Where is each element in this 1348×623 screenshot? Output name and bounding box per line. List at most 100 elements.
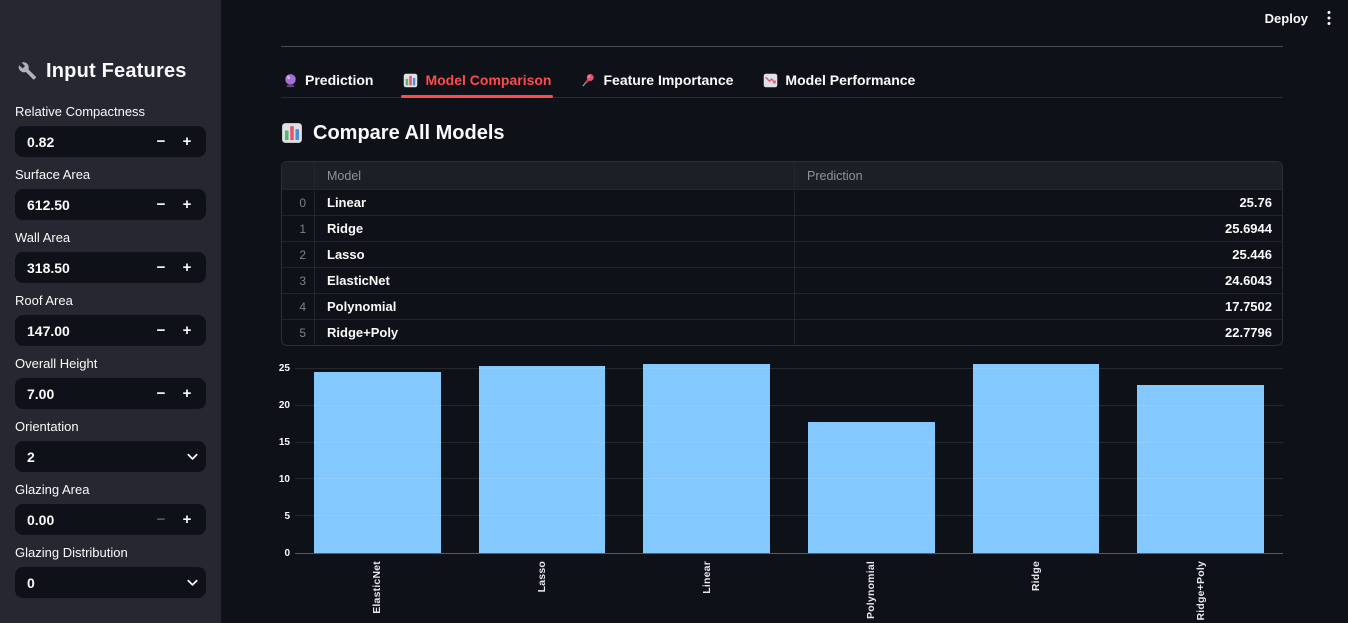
field-relative-compactness: Relative Compactness 0.82 − + — [15, 104, 206, 157]
section-header: Compare All Models — [281, 118, 1283, 148]
bar-slot: Lasso — [460, 361, 625, 592]
divider — [281, 46, 1283, 47]
field-wall-area: Wall Area 318.50 − + — [15, 230, 206, 283]
decrement-button[interactable]: − — [148, 259, 174, 276]
prediction-cell: 17.7502 — [1225, 299, 1272, 314]
prediction-column-header[interactable]: Prediction — [795, 162, 1282, 189]
field-label: Overall Height — [15, 356, 98, 371]
number-input-overall-height[interactable]: 7.00 − + — [15, 378, 206, 409]
deploy-button[interactable]: Deploy — [1265, 11, 1308, 26]
field-label: Surface Area — [15, 167, 91, 182]
main-menu-button[interactable] — [1324, 8, 1334, 28]
number-input-value[interactable]: 318.50 — [27, 260, 148, 276]
y-tick-label: 25 — [278, 363, 290, 375]
number-input-value[interactable]: 147.00 — [27, 323, 148, 339]
number-input-surface-area[interactable]: 612.50 − + — [15, 189, 206, 220]
tab-model-comparison[interactable]: Model Comparison — [401, 70, 554, 98]
decrement-button[interactable]: − — [148, 133, 174, 150]
row-index: 0 — [282, 190, 315, 215]
field-label: Relative Compactness — [15, 104, 146, 119]
number-input-glazing-area[interactable]: 0.00 − + — [15, 504, 206, 535]
number-input-relative-compactness[interactable]: 0.82 − + — [15, 126, 206, 157]
row-index: 4 — [282, 294, 315, 319]
chevron-down-icon — [180, 449, 200, 464]
decrement-button[interactable]: − — [148, 511, 174, 528]
y-tick-label: 10 — [278, 474, 290, 486]
field-label: Wall Area — [15, 230, 71, 245]
prediction-cell: 24.6043 — [1225, 273, 1272, 288]
select-value[interactable]: 0 — [27, 575, 180, 591]
increment-button[interactable]: + — [174, 385, 200, 402]
decrement-button[interactable]: − — [148, 385, 174, 402]
number-input-value[interactable]: 7.00 — [27, 386, 148, 402]
bar-slot: ElasticNet — [295, 361, 460, 614]
model-column-header[interactable]: Model — [315, 162, 795, 189]
decrement-button[interactable]: − — [148, 322, 174, 339]
model-cell: ElasticNet — [315, 268, 795, 293]
chart-plot: ElasticNet Lasso Linear Polynomial Ridge Ridg… — [295, 361, 1283, 620]
increment-button[interactable]: + — [174, 133, 200, 150]
table-row: 5 Ridge+Poly 22.7796 — [282, 319, 1282, 345]
chart-bars: ElasticNet Lasso Linear Polynomial Ridge Ridg… — [295, 361, 1283, 620]
field-label: Orientation — [15, 419, 79, 434]
wrench-icon — [18, 61, 37, 81]
field-label: Glazing Distribution — [15, 545, 128, 560]
increment-button[interactable]: + — [174, 511, 200, 528]
decrement-button[interactable]: − — [148, 196, 174, 213]
select-value[interactable]: 2 — [27, 449, 180, 465]
row-index: 5 — [282, 320, 315, 345]
field-roof-area: Roof Area 147.00 − + — [15, 293, 206, 346]
tab-label: Prediction — [305, 72, 374, 88]
number-input-wall-area[interactable]: 318.50 − + — [15, 252, 206, 283]
tab-label: Model Comparison — [425, 72, 552, 88]
increment-button[interactable]: + — [174, 196, 200, 213]
x-tick-label: Linear — [700, 561, 713, 594]
tab-prediction[interactable]: Prediction — [281, 70, 375, 97]
field-orientation: Orientation 2 — [15, 419, 206, 472]
row-index: 3 — [282, 268, 315, 293]
number-input-roof-area[interactable]: 147.00 − + — [15, 315, 206, 346]
x-tick-label: Ridge+Poly — [1194, 561, 1207, 621]
number-input-value[interactable]: 612.50 — [27, 197, 148, 213]
bar-slot: Ridge — [954, 361, 1119, 591]
main-area: Deploy Prediction Model Comparison Featu… — [221, 0, 1348, 623]
bar-ridge-poly — [1137, 385, 1265, 553]
prediction-cell: 22.7796 — [1225, 325, 1272, 340]
chevron-down-icon — [180, 575, 200, 590]
prediction-cell: 25.76 — [1239, 195, 1272, 210]
y-tick-label: 15 — [278, 437, 290, 449]
bar-elasticnet — [313, 372, 441, 553]
x-tick-label: Ridge — [1030, 561, 1043, 592]
models-table[interactable]: Model Prediction 0 Linear 25.76 1 Ridge … — [281, 161, 1283, 346]
tab-model-performance[interactable]: Model Performance — [761, 70, 917, 97]
table-row: 4 Polynomial 17.7502 — [282, 293, 1282, 319]
field-label: Glazing Area — [15, 482, 90, 497]
gridline — [295, 515, 1283, 517]
pushpin-icon — [581, 73, 596, 88]
table-header-row: Model Prediction — [282, 162, 1282, 189]
bar-chart-icon — [403, 73, 418, 88]
predictions-bar-chart: 0 5 10 15 20 25 ElasticNet Lasso Linear Polynomi… — [278, 361, 1283, 621]
row-index: 1 — [282, 216, 315, 241]
number-input-value[interactable]: 0.82 — [27, 134, 148, 150]
bar-chart-icon — [281, 122, 303, 144]
gridline — [295, 404, 1283, 406]
x-tick-label: Lasso — [536, 561, 548, 593]
bar-slot: Polynomial — [789, 361, 954, 619]
x-tick-label: ElasticNet — [371, 561, 384, 614]
field-glazing-area: Glazing Area 0.00 − + — [15, 482, 206, 535]
select-orientation[interactable]: 2 — [15, 441, 206, 472]
index-column-header[interactable] — [282, 162, 315, 189]
model-cell: Ridge — [315, 216, 795, 241]
increment-button[interactable]: + — [174, 259, 200, 276]
table-row: 1 Ridge 25.6944 — [282, 215, 1282, 241]
sidebar: Input Features Relative Compactness 0.82… — [0, 0, 221, 623]
increment-button[interactable]: + — [174, 322, 200, 339]
tab-bar: Prediction Model Comparison Feature Impo… — [281, 70, 1283, 98]
select-glazing-distribution[interactable]: 0 — [15, 567, 206, 598]
number-input-value[interactable]: 0.00 — [27, 512, 148, 528]
bar-lasso — [478, 365, 606, 553]
tab-feature-importance[interactable]: Feature Importance — [579, 70, 735, 97]
app-header: Deploy — [221, 0, 1348, 36]
bar-linear — [643, 363, 771, 553]
